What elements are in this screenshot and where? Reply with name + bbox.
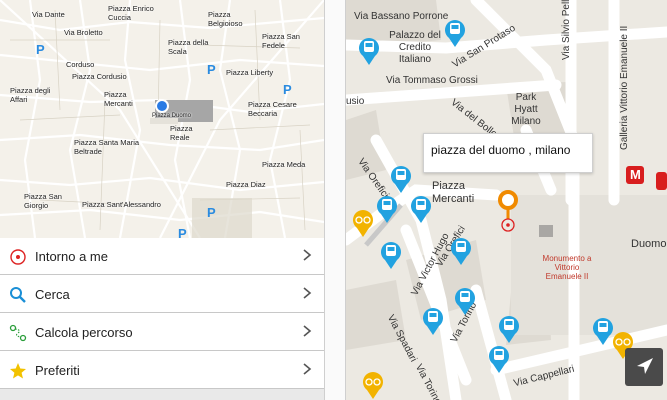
street-label: Piazza Santa Maria Beltrade (74, 138, 140, 156)
parking-icon[interactable]: P (207, 205, 216, 220)
street-label: Piazza Cordusio (72, 72, 127, 81)
street-label: Piazza Belgioioso (208, 10, 243, 28)
square-label: Piazza Mercanti (432, 180, 475, 205)
street-label: Piazza Cesare Beccaria (248, 100, 297, 118)
bus-stop-icon[interactable] (454, 286, 476, 316)
menu-item-label: Cerca (35, 287, 70, 302)
bus-stop-icon[interactable] (390, 164, 412, 194)
search-callout[interactable]: piazza del duomo , milano (423, 133, 593, 173)
street-label: Piazza Duomo (152, 113, 192, 119)
street-label: Galleria Vittorio Emanuele II (619, 25, 630, 150)
route-icon (9, 324, 27, 342)
bus-stop-icon[interactable] (410, 194, 432, 224)
star-icon (10, 363, 26, 379)
magnifier-icon (10, 287, 26, 303)
street-label: Piazza Mercanti (104, 90, 133, 108)
street-label: Piazza Sant'Alessandro (82, 200, 161, 209)
menu-item-label: Calcola percorso (35, 325, 133, 340)
current-location-dot (155, 99, 169, 113)
bus-stop-icon[interactable] (450, 236, 472, 266)
chevron-right-icon (303, 363, 312, 375)
right-screen: Via Bassano Porrone Palazzo del Credito … (346, 0, 667, 400)
bus-stop-icon[interactable] (592, 316, 614, 346)
metro-letter: M (630, 167, 641, 182)
street-label: Via Bassano Porrone (354, 11, 449, 22)
menu-item-cerca[interactable]: Cerca (0, 276, 324, 313)
street-label: Corduso (66, 60, 95, 69)
screen-divider (324, 0, 346, 400)
metro-exit-icon[interactable] (656, 172, 667, 190)
street-label: Piazza Reale (170, 124, 193, 142)
left-screen: Via Dante Via Broletto Piazza Cordusio C… (0, 0, 324, 400)
street-label: Piazza Diaz (226, 180, 266, 189)
parking-icon[interactable]: P (36, 42, 45, 57)
street-label: Via Silvio Pellico (561, 0, 572, 60)
bus-stop-icon[interactable] (422, 306, 444, 336)
metro-icon[interactable]: M (626, 166, 644, 184)
menu-item-intorno[interactable]: Intorno a me (0, 238, 324, 275)
street-label: Via Tommaso Grossi (386, 75, 478, 86)
main-menu: Intorno a me Cerca Calcola percorso Pref… (0, 238, 324, 400)
street-label: Via Broletto (64, 28, 103, 37)
target-icon (10, 249, 26, 265)
street-label: Piazza San Fedele (262, 32, 300, 50)
chevron-right-icon (303, 325, 312, 337)
street-label: Piazza Liberty (226, 68, 274, 77)
street-label: Piazza Enrico Cuccia (108, 4, 154, 22)
bike-station-icon[interactable] (352, 208, 374, 238)
menu-item-preferiti[interactable]: Preferiti (0, 352, 324, 389)
building-label: Park Hyatt Milano (511, 92, 541, 127)
street-label: Piazza degli Affari (10, 86, 51, 104)
menu-item-label: Intorno a me (35, 249, 108, 264)
bus-stop-icon[interactable] (444, 18, 466, 48)
street-label: Via Dante (32, 10, 65, 19)
menu-item-calcola[interactable]: Calcola percorso (0, 314, 324, 351)
destination-pin-icon[interactable] (497, 189, 519, 233)
navigation-arrow-icon (637, 358, 653, 374)
menu-item-label: Preferiti (35, 363, 80, 378)
street-label: Piazza Meda (262, 160, 306, 169)
monument-label: Monumento a Vittorio Emanuele II (542, 254, 592, 281)
street-label: Piazza della Scala (168, 38, 209, 56)
bus-stop-icon[interactable] (376, 194, 398, 224)
bus-stop-icon[interactable] (488, 344, 510, 374)
chevron-right-icon (303, 249, 312, 261)
locate-me-button[interactable] (625, 348, 663, 386)
landmark-label: Duomo (631, 238, 667, 250)
search-callout-text: piazza del duomo , milano (431, 143, 571, 157)
bus-stop-icon[interactable] (358, 36, 380, 66)
street-label: usio (346, 96, 365, 107)
bus-stop-icon[interactable] (380, 240, 402, 270)
parking-icon[interactable]: P (283, 82, 292, 97)
menu-footer (0, 389, 324, 400)
building-label: Palazzo del Credito Italiano (389, 30, 441, 65)
bus-stop-icon[interactable] (498, 314, 520, 344)
bike-station-icon[interactable] (362, 370, 384, 400)
street-label: Piazza San Giorgio (24, 192, 62, 210)
chevron-right-icon (303, 287, 312, 299)
parking-icon[interactable]: P (207, 62, 216, 77)
